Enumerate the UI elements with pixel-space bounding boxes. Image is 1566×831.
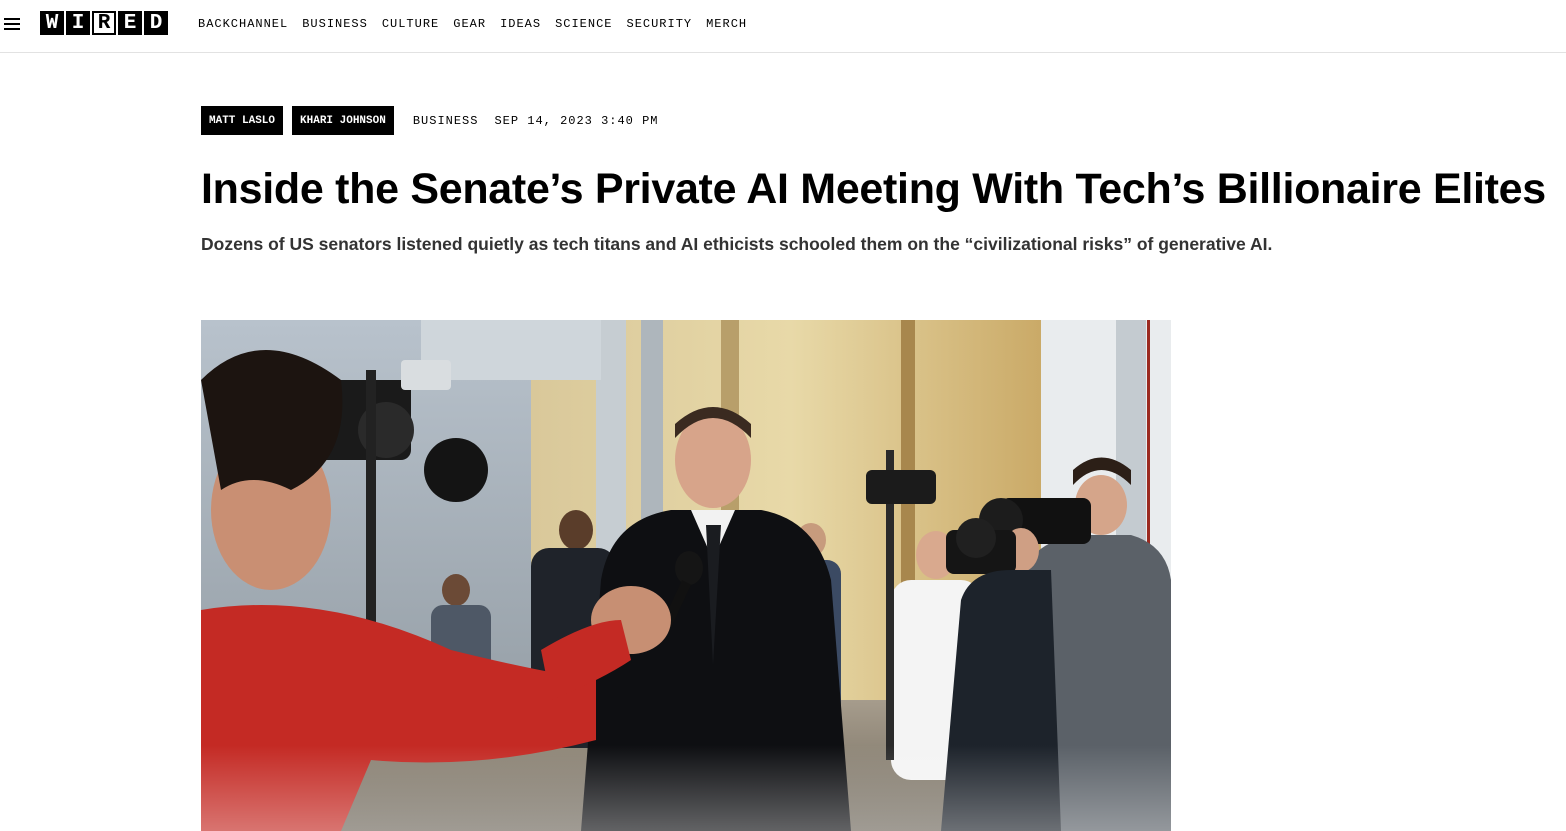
site-header: W I R E D BACKCHANNEL BUSINESS CULTURE G…: [0, 0, 1566, 53]
wired-logo[interactable]: W I R E D: [40, 11, 168, 35]
nav-item-security[interactable]: SECURITY: [627, 17, 693, 31]
article-dek: Dozens of US senators listened quietly a…: [201, 234, 1273, 254]
logo-letter: R: [92, 11, 116, 35]
nav-item-science[interactable]: SCIENCE: [555, 17, 612, 31]
nav-item-culture[interactable]: CULTURE: [382, 17, 439, 31]
nav-item-business[interactable]: BUSINESS: [302, 17, 368, 31]
author-byline-matt-laslo[interactable]: MATT LASLO: [201, 106, 284, 135]
logo-letter: D: [144, 11, 168, 35]
main-nav: BACKCHANNEL BUSINESS CULTURE GEAR IDEAS …: [198, 17, 761, 31]
publish-date: SEP 14, 2023 3:40 PM: [494, 113, 659, 128]
logo-letter: W: [40, 11, 64, 35]
hamburger-icon[interactable]: [4, 14, 24, 34]
lead-photo: [201, 320, 1171, 831]
nav-item-backchannel[interactable]: BACKCHANNEL: [198, 17, 288, 31]
logo-letter: I: [66, 11, 90, 35]
nav-item-ideas[interactable]: IDEAS: [500, 17, 541, 31]
logo-letter: E: [118, 11, 142, 35]
nav-item-merch[interactable]: MERCH: [706, 17, 747, 31]
author-byline-khari-johnson[interactable]: KHARI JOHNSON: [292, 106, 394, 135]
article-headline: Inside the Senate’s Private AI Meeting W…: [201, 165, 1546, 213]
nav-item-gear[interactable]: GEAR: [453, 17, 486, 31]
article-rubric[interactable]: BUSINESS: [413, 114, 479, 128]
article-meta: MATT LASLO KHARI JOHNSON BUSINESS SEP 14…: [201, 106, 658, 135]
